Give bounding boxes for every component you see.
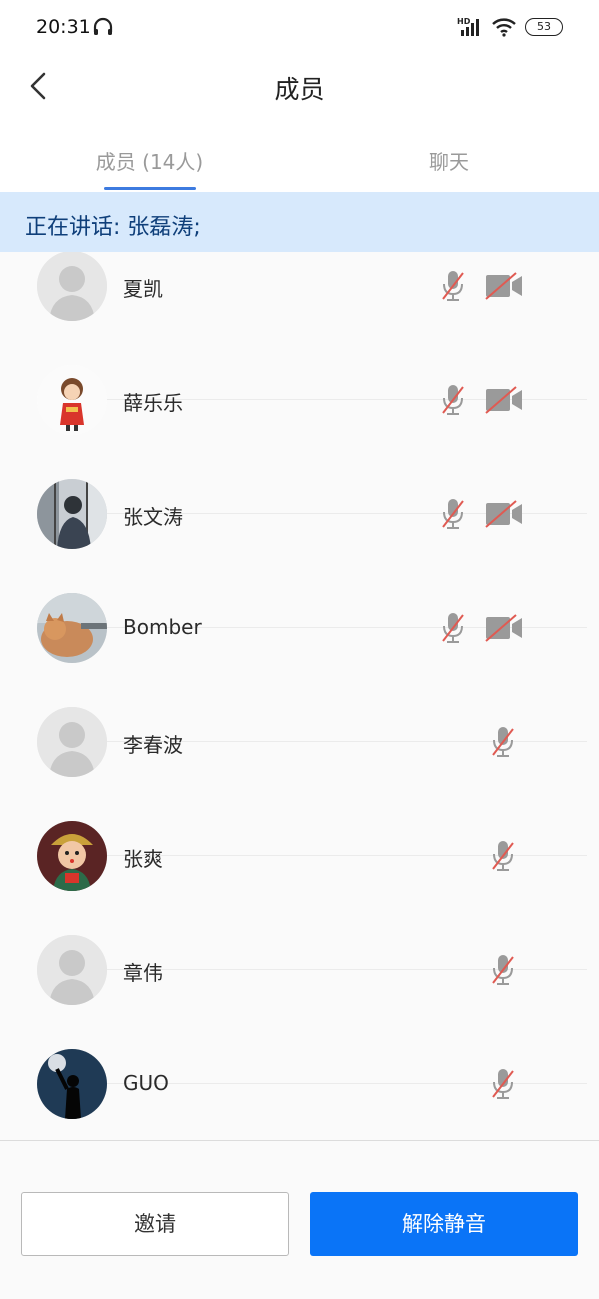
bottom-action-bar: 邀请 解除静音 — [0, 1140, 599, 1299]
camera-off-icon[interactable] — [484, 613, 524, 643]
battery-level: 53 — [537, 20, 551, 33]
mic-muted-icon[interactable] — [491, 953, 515, 987]
moon-silhouette-icon — [37, 1049, 107, 1119]
avatar — [37, 252, 107, 321]
cat-photo-icon — [37, 593, 107, 663]
mic-muted-icon[interactable] — [441, 269, 465, 303]
mic-muted-icon[interactable] — [491, 725, 515, 759]
status-bar: 20:31 HD 53 — [0, 0, 599, 56]
member-name: 夏凯 — [123, 277, 163, 301]
default-person-icon — [37, 935, 107, 1005]
mic-muted-icon[interactable] — [441, 383, 465, 417]
avatar — [37, 593, 107, 663]
status-time: 20:31 — [36, 16, 91, 38]
member-name: 张爽 — [123, 847, 163, 871]
tab-members[interactable]: 成员 (14人) — [0, 146, 299, 175]
status-icons: HD 53 — [457, 16, 563, 38]
member-name: 张文涛 — [123, 505, 183, 529]
unmute-button[interactable]: 解除静音 — [310, 1192, 578, 1256]
mic-muted-icon[interactable] — [491, 839, 515, 873]
member-name: Bomber — [123, 615, 202, 639]
avatar — [37, 707, 107, 777]
headset-icon — [93, 17, 113, 35]
tab-bar: 成员 (14人) 聊天 — [0, 120, 599, 193]
avatar — [37, 935, 107, 1005]
tab-chat[interactable]: 聊天 — [299, 146, 599, 175]
member-name: 薛乐乐 — [123, 391, 183, 415]
avatar — [37, 1049, 107, 1119]
hd-label: HD — [457, 17, 471, 26]
wifi-icon — [492, 18, 516, 37]
camera-off-icon[interactable] — [484, 385, 524, 415]
cartoon-girl-icon — [37, 365, 107, 435]
mic-muted-icon[interactable] — [441, 611, 465, 645]
photo-person-icon — [37, 479, 107, 549]
default-person-icon — [37, 707, 107, 777]
avatar — [37, 821, 107, 891]
mic-muted-icon[interactable] — [491, 1067, 515, 1101]
member-row[interactable]: GUO — [0, 1049, 599, 1140]
battery-icon: 53 — [525, 18, 563, 36]
avatar — [37, 365, 107, 435]
member-list[interactable]: 夏凯 薛乐乐 张文涛 Bomber 李春波 张爽 章伟 GUO — [0, 252, 599, 1140]
mic-muted-icon[interactable] — [441, 497, 465, 531]
member-name: GUO — [123, 1071, 169, 1095]
invite-button[interactable]: 邀请 — [21, 1192, 289, 1256]
camera-off-icon[interactable] — [484, 271, 524, 301]
avatar — [37, 479, 107, 549]
navbar: 成员 — [0, 56, 599, 120]
default-person-icon — [37, 252, 107, 321]
page-title: 成员 — [274, 75, 325, 104]
camera-off-icon[interactable] — [484, 499, 524, 529]
member-name: 章伟 — [123, 961, 163, 985]
signal-icon: HD — [457, 17, 479, 36]
member-name: 李春波 — [123, 733, 183, 757]
speaking-text: 正在讲话: 张磊涛; — [25, 215, 201, 240]
doll-figure-icon — [37, 821, 107, 891]
speaking-banner: 正在讲话: 张磊涛; — [0, 192, 599, 252]
active-tab-indicator — [104, 187, 196, 190]
